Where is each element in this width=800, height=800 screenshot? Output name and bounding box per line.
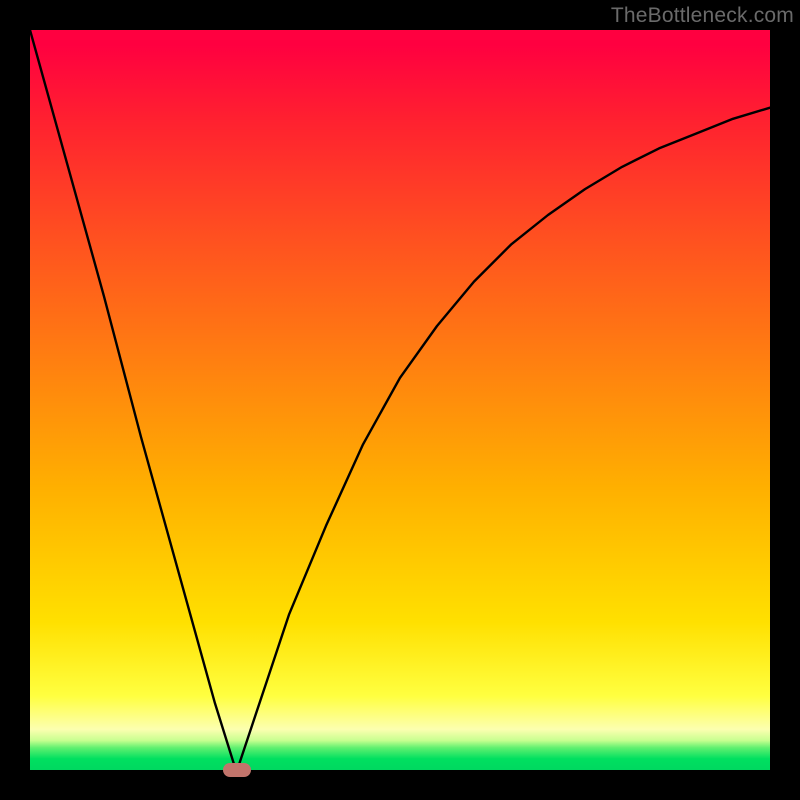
curve-svg: [30, 30, 770, 770]
plot-area: [30, 30, 770, 770]
chart-stage: TheBottleneck.com: [0, 0, 800, 800]
watermark-text: TheBottleneck.com: [611, 4, 794, 28]
optimum-marker: [223, 763, 251, 777]
bottleneck-curve: [30, 30, 770, 770]
